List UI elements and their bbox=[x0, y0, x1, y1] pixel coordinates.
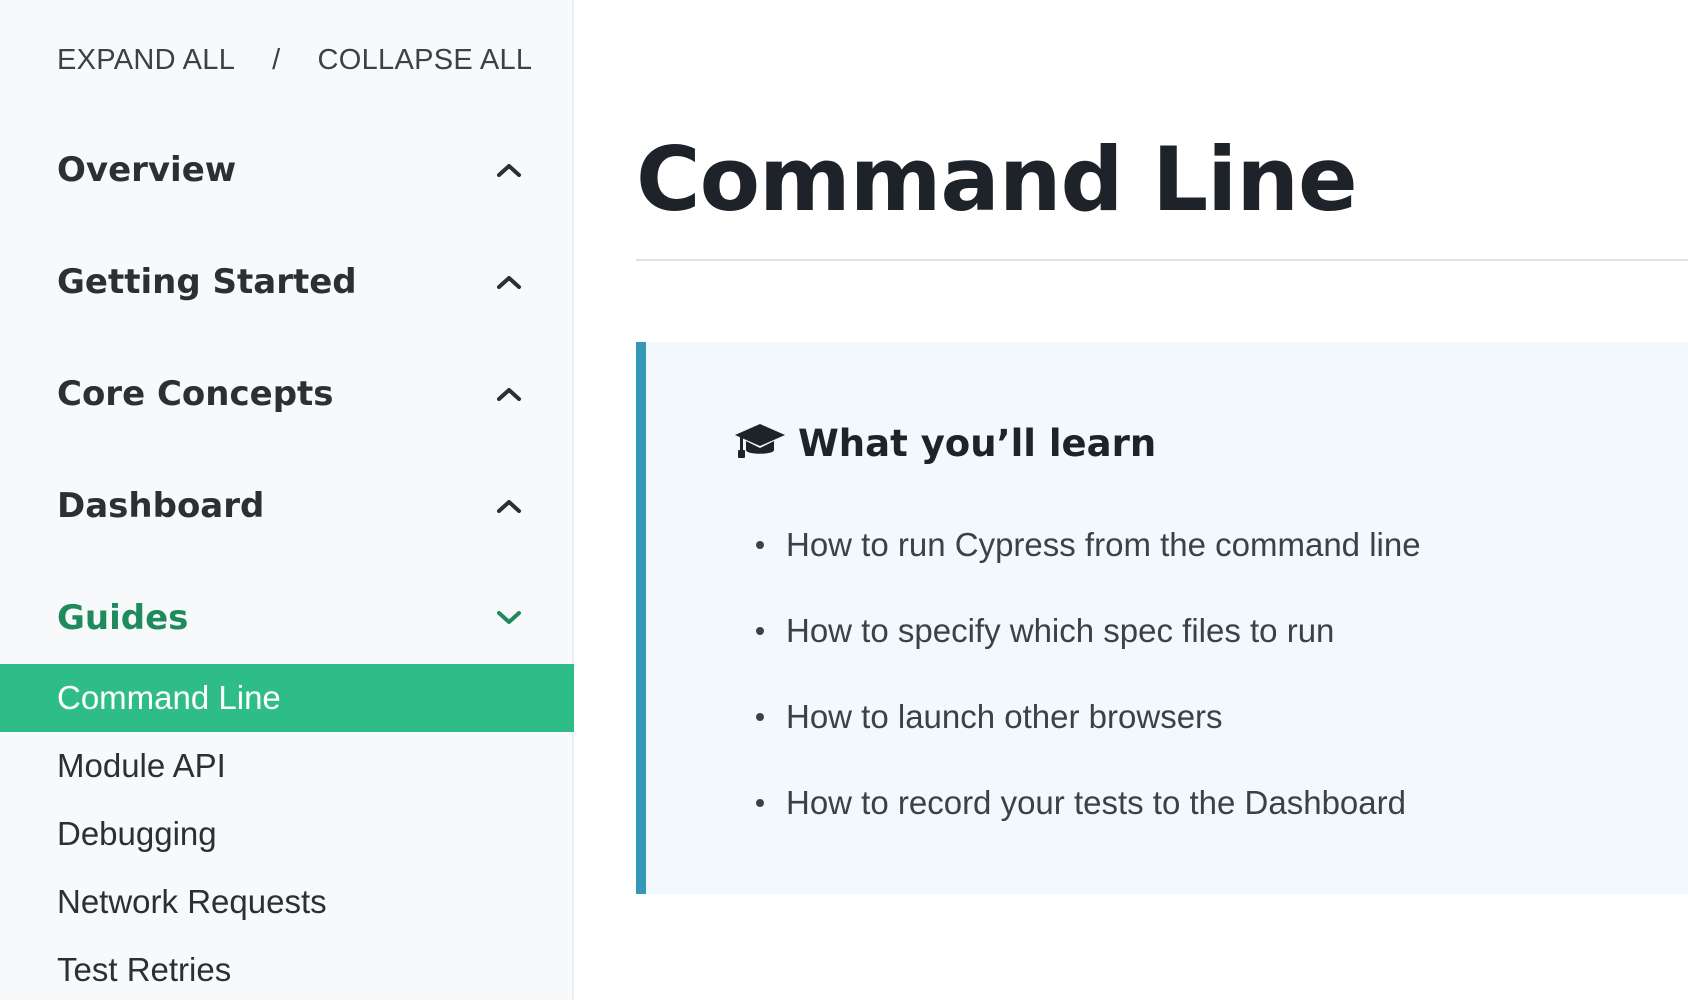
bullet-icon bbox=[756, 627, 764, 635]
chevron-up-icon bbox=[494, 267, 524, 297]
sidebar-section-getting-started[interactable]: Getting Started bbox=[57, 252, 527, 312]
bullet-icon bbox=[756, 799, 764, 807]
expand-all-link[interactable]: EXPAND ALL bbox=[57, 44, 235, 77]
chevron-up-icon bbox=[494, 379, 524, 409]
chevron-up-icon bbox=[494, 491, 524, 521]
chevron-up-icon bbox=[494, 155, 524, 185]
graduation-cap-icon bbox=[734, 422, 786, 465]
sidebar: EXPAND ALL / COLLAPSE ALL Overview Getti… bbox=[0, 0, 574, 1000]
learn-callout: What you’ll learn How to run Cypress fro… bbox=[636, 342, 1688, 894]
expand-collapse-separator: / bbox=[272, 44, 281, 76]
sidebar-section-label: Getting Started bbox=[57, 262, 357, 302]
sidebar-item-debugging[interactable]: Debugging bbox=[0, 800, 574, 868]
expand-collapse-controls: EXPAND ALL / COLLAPSE ALL bbox=[57, 44, 532, 77]
bullet-icon bbox=[756, 713, 764, 721]
list-item: How to launch other browsers bbox=[756, 674, 1421, 760]
sidebar-item-command-line[interactable]: Command Line bbox=[0, 664, 574, 732]
sidebar-section-label: Overview bbox=[57, 150, 237, 190]
sidebar-section-dashboard[interactable]: Dashboard bbox=[57, 476, 527, 536]
chevron-down-icon bbox=[494, 603, 524, 633]
sidebar-item-module-api[interactable]: Module API bbox=[0, 732, 574, 800]
page-title: Command Line bbox=[636, 128, 1358, 231]
sidebar-section-guides[interactable]: Guides bbox=[57, 588, 527, 648]
list-item: How to record your tests to the Dashboar… bbox=[756, 760, 1421, 846]
sidebar-item-network-requests[interactable]: Network Requests bbox=[0, 868, 574, 936]
sidebar-section-label: Dashboard bbox=[57, 486, 265, 526]
list-item: How to run Cypress from the command line bbox=[756, 502, 1421, 588]
list-item-text: How to launch other browsers bbox=[786, 698, 1223, 735]
sidebar-section-core-concepts[interactable]: Core Concepts bbox=[57, 364, 527, 424]
list-item-text: How to run Cypress from the command line bbox=[786, 526, 1421, 563]
list-item-text: How to specify which spec files to run bbox=[786, 612, 1335, 649]
title-divider bbox=[636, 259, 1688, 261]
bullet-icon bbox=[756, 541, 764, 549]
callout-heading: What you’ll learn bbox=[798, 422, 1157, 465]
collapse-all-link[interactable]: COLLAPSE ALL bbox=[318, 44, 533, 77]
sidebar-section-label: Core Concepts bbox=[57, 374, 334, 414]
list-item: How to specify which spec files to run bbox=[756, 588, 1421, 674]
list-item-text: How to record your tests to the Dashboar… bbox=[786, 784, 1406, 821]
learn-list: How to run Cypress from the command line… bbox=[756, 502, 1421, 846]
sidebar-section-label: Guides bbox=[57, 598, 189, 638]
callout-header: What you’ll learn bbox=[734, 422, 1156, 465]
sidebar-item-test-retries[interactable]: Test Retries bbox=[0, 936, 574, 1004]
sidebar-section-overview[interactable]: Overview bbox=[57, 140, 527, 200]
